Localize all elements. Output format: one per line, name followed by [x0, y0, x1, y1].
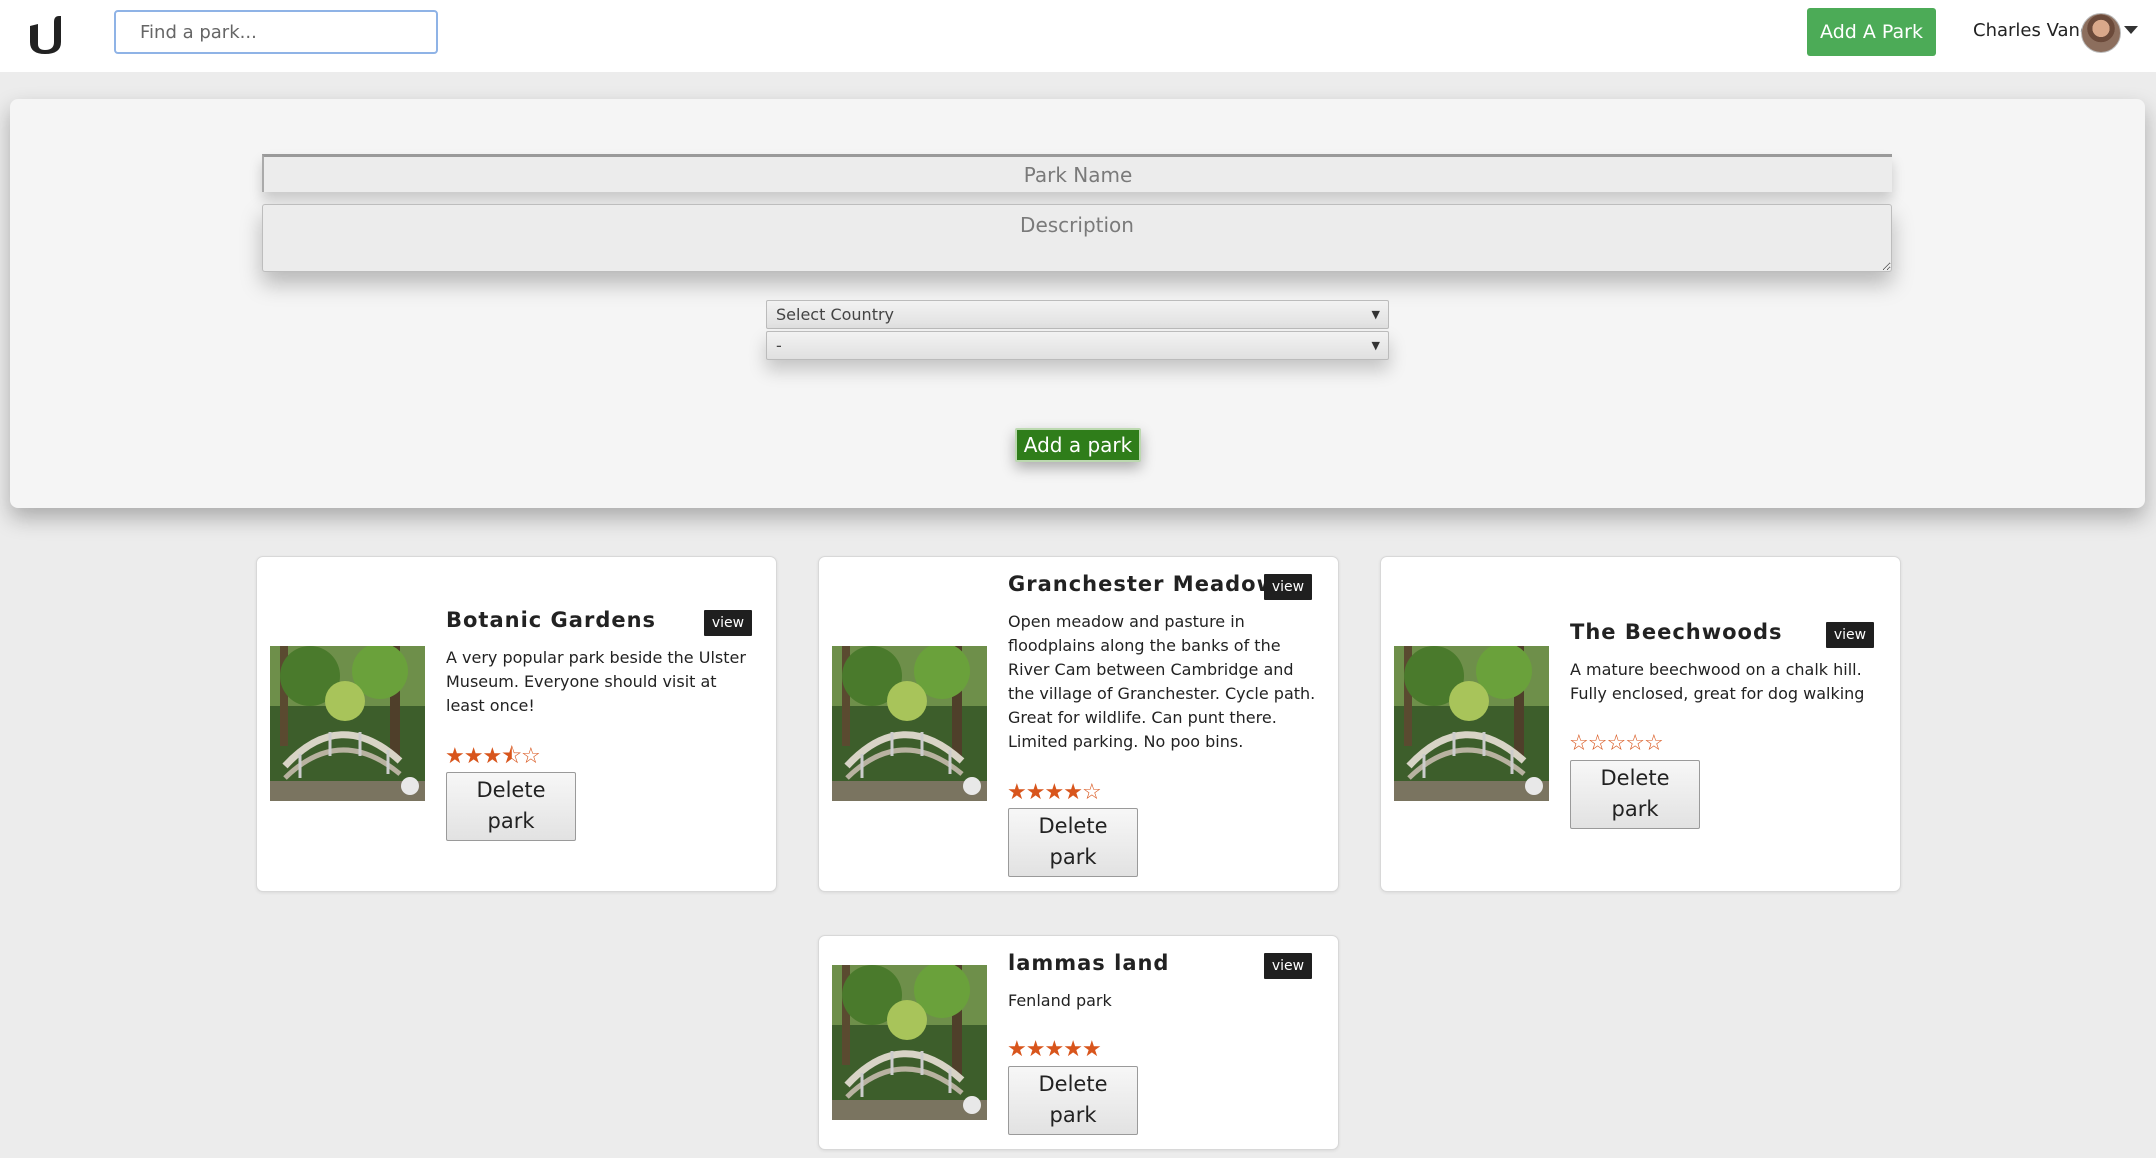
star-full-icon: ★	[1044, 780, 1064, 805]
region-select[interactable]: - ▼	[766, 331, 1389, 360]
delete-label: park	[1049, 845, 1097, 869]
view-park-button[interactable]: view	[1826, 622, 1874, 648]
park-card: Botanic Gardens view A very popular park…	[256, 556, 777, 892]
country-select[interactable]: Select Country ▼	[766, 300, 1389, 329]
star-rating: ★★★★★	[1007, 1037, 1102, 1062]
park-image	[832, 965, 987, 1120]
star-empty-icon: ☆	[1569, 731, 1589, 756]
star-full-icon: ★	[445, 744, 465, 769]
park-search-input[interactable]	[114, 10, 438, 54]
star-rating: ★★★⯪☆	[445, 744, 541, 769]
star-rating: ★★★★☆	[1007, 780, 1102, 805]
star-half-icon: ⯪	[501, 744, 522, 769]
star-full-icon: ★	[1044, 1037, 1064, 1062]
star-rating: ☆☆☆☆☆	[1569, 731, 1664, 756]
park-name[interactable]: lammas land	[1008, 951, 1169, 975]
description-textarea[interactable]	[262, 204, 1892, 272]
user-avatar[interactable]	[2081, 13, 2121, 53]
park-description: A mature beechwood on a chalk hill. Full…	[1570, 660, 1865, 703]
park-image	[270, 646, 425, 801]
star-full-icon: ★	[1025, 1037, 1046, 1062]
select-arrow-icon: ▼	[1371, 308, 1380, 321]
add-a-park-button[interactable]: Add A Park	[1807, 8, 1936, 56]
star-full-icon: ★	[463, 744, 484, 769]
star-empty-icon: ☆	[1625, 731, 1645, 756]
delete-park-button[interactable]: Delete park	[1008, 808, 1138, 877]
park-description: Open meadow and pasture in floodplains a…	[1008, 612, 1316, 751]
region-select-value: -	[776, 336, 782, 355]
view-park-button[interactable]: view	[1264, 574, 1312, 600]
park-card: lammas land view Fenland park ★★★★★ Dele…	[818, 935, 1339, 1150]
star-full-icon: ★	[1063, 1037, 1083, 1062]
delete-label: Delete	[1600, 766, 1670, 790]
star-empty-icon: ☆	[1587, 731, 1608, 756]
star-full-icon: ★	[1007, 780, 1027, 805]
park-card: The Beechwoods view A mature beechwood o…	[1380, 556, 1901, 892]
star-empty-icon: ☆	[1081, 780, 1102, 805]
delete-park-button[interactable]: Delete park	[1570, 760, 1700, 829]
star-empty-icon: ☆	[521, 744, 541, 769]
park-description: A very popular park beside the Ulster Mu…	[446, 648, 746, 715]
delete-label: park	[487, 809, 535, 833]
star-empty-icon: ☆	[1643, 731, 1664, 756]
country-select-value: Select Country	[776, 305, 895, 324]
app-logo-icon[interactable]	[28, 14, 62, 54]
user-name[interactable]: Charles Vane	[1973, 20, 2091, 41]
park-image	[832, 646, 987, 801]
star-full-icon: ★	[1025, 780, 1046, 805]
select-arrow-icon: ▼	[1371, 339, 1380, 352]
star-full-icon: ★	[482, 744, 502, 769]
star-full-icon: ★	[1007, 1037, 1027, 1062]
delete-label: park	[1611, 797, 1659, 821]
park-name[interactable]: Botanic Gardens	[446, 608, 656, 632]
add-park-submit-button[interactable]: Add a park	[1015, 428, 1141, 462]
park-description: Fenland park	[1008, 991, 1112, 1010]
park-name-input[interactable]	[262, 154, 1892, 192]
star-full-icon: ★	[1081, 1037, 1102, 1062]
star-empty-icon: ☆	[1606, 731, 1626, 756]
park-name[interactable]: Granchester Meadows	[1008, 572, 1290, 596]
park-image	[1394, 646, 1549, 801]
delete-park-button[interactable]: Delete park	[1008, 1066, 1138, 1135]
view-park-button[interactable]: view	[704, 610, 752, 636]
user-menu-chevron-down-icon[interactable]	[2124, 26, 2138, 34]
top-navbar: Add A Park Charles Vane	[0, 0, 2156, 72]
park-card: Granchester Meadows view Open meadow and…	[818, 556, 1339, 892]
star-full-icon: ★	[1063, 780, 1083, 805]
delete-label: Delete	[1038, 814, 1108, 838]
delete-label: park	[1049, 1103, 1097, 1127]
delete-label: Delete	[476, 778, 546, 802]
view-park-button[interactable]: view	[1264, 953, 1312, 979]
delete-label: Delete	[1038, 1072, 1108, 1096]
park-name[interactable]: The Beechwoods	[1570, 620, 1783, 644]
delete-park-button[interactable]: Delete park	[446, 772, 576, 841]
